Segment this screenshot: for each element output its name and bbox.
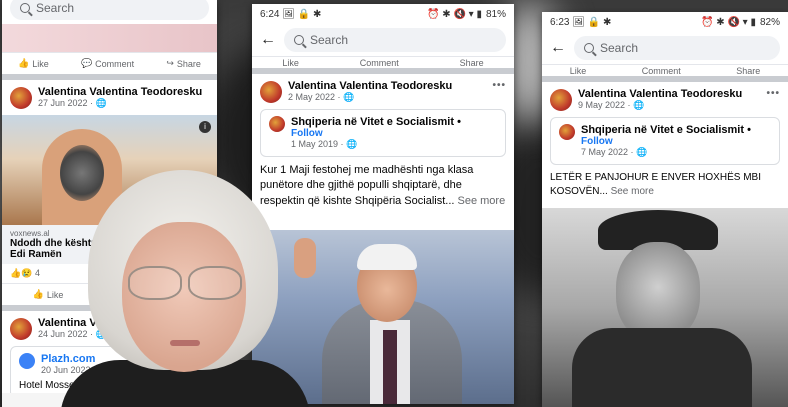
glasses-right-lens <box>188 266 242 300</box>
man-hair <box>357 244 417 270</box>
post-header: Valentina Valentina Teodoresku 2 May 202… <box>252 74 514 109</box>
shared-post[interactable]: Shqiperia në Vitet e Socialismit • Follo… <box>550 117 780 165</box>
shared-post[interactable]: Shqiperia në Vitet e Socialismit • Follo… <box>260 109 506 157</box>
avatar[interactable] <box>10 317 32 340</box>
page-name[interactable]: Shqiperia në Vitet e Socialismit • <box>581 124 751 136</box>
status-bar: 6:23 🖼 🔒 ✱ ⏰ ✱ 🔇 ▾ ▮ 82% <box>542 12 788 32</box>
comment-icon: 💬 <box>80 58 93 68</box>
post-header: Valentina Valentina Teodoresku 27 Jun 20… <box>2 80 217 115</box>
post-header: Valentina Valentina Teodoresku 9 May 202… <box>542 82 788 117</box>
post-actions: 👍 Like 💬 Comment ↪ Share <box>2 52 217 74</box>
speaker-mouth <box>170 340 200 346</box>
officer-face <box>616 242 700 342</box>
search-row: ← Search <box>542 32 788 64</box>
page-avatar <box>559 124 575 140</box>
avatar[interactable] <box>550 88 572 111</box>
thumbs-up-icon: 👍 <box>18 58 30 68</box>
notification-icon: 🖼 🔒 ✱ <box>282 8 322 20</box>
globe-icon: 🌐 <box>95 98 107 108</box>
share-button[interactable]: ↪ Share <box>166 58 201 69</box>
author-name[interactable]: Valentina Valentina Teodoresku <box>288 80 452 92</box>
post-date: 9 May 2022 · 🌐 <box>578 100 645 110</box>
share-icon: ↪ <box>166 58 174 68</box>
page-name[interactable]: Shqiperia në Vitet e Socialismit • <box>291 116 461 128</box>
signal-icons: ⏰ ✱ 🔇 ▾ ▮ <box>427 8 482 20</box>
author-name[interactable]: Valentina Valentina Teodoresku <box>38 86 202 98</box>
speaker-overlay <box>60 170 310 407</box>
search-input[interactable]: Search <box>10 0 209 20</box>
back-arrow-icon[interactable]: ← <box>260 32 276 48</box>
search-icon <box>294 35 304 45</box>
globe-icon: 🌐 <box>633 100 645 110</box>
status-bar: 6:24 🖼 🔒 ✱ ⏰ ✱ 🔇 ▾ ▮ 81% <box>252 4 514 24</box>
officer-uniform <box>572 328 752 407</box>
notification-icon: 🖼 🔒 ✱ <box>572 16 612 28</box>
follow-button[interactable]: Follow <box>581 136 751 147</box>
post-photo[interactable] <box>542 208 788 407</box>
info-icon[interactable]: i <box>199 121 211 133</box>
like-button[interactable]: 👍 Like <box>18 58 49 69</box>
author-name[interactable]: Valentina Valentina Teodoresku <box>578 88 742 100</box>
search-icon <box>584 43 594 53</box>
comment-button[interactable]: 💬 Comment <box>81 58 134 69</box>
globe-icon: 🌐 <box>343 92 355 102</box>
search-row: Search <box>2 0 217 24</box>
post-actions: Like Comment Share <box>542 64 788 76</box>
right-phone-screenshot: 6:23 🖼 🔒 ✱ ⏰ ✱ 🔇 ▾ ▮ 82% ← Search Like C… <box>542 12 788 407</box>
thumbs-up-icon: 👍 <box>32 289 44 299</box>
page-avatar <box>269 116 285 132</box>
post-photo-top <box>2 24 217 52</box>
more-options-icon[interactable]: ••• <box>766 88 780 99</box>
like-button[interactable]: 👍 Like <box>33 289 64 300</box>
man-tie <box>383 330 397 404</box>
see-more-link[interactable]: See more <box>458 195 506 207</box>
glasses-left-lens <box>128 266 182 300</box>
post-date: 27 Jun 2022 · 🌐 <box>38 98 107 108</box>
search-input[interactable]: Search <box>284 28 506 52</box>
post-text: LETËR E PANJOHUR E ENVER HOXHËS MBI KOSO… <box>550 172 761 197</box>
search-input[interactable]: Search <box>574 36 780 60</box>
post-actions: Like Comment Share <box>252 56 514 68</box>
search-row: ← Search <box>252 24 514 56</box>
reaction-icons: 👍😢 <box>10 268 33 278</box>
avatar[interactable] <box>260 80 282 103</box>
search-icon <box>20 3 30 13</box>
back-arrow-icon[interactable]: ← <box>550 40 566 56</box>
follow-button[interactable]: Follow <box>291 128 461 139</box>
post-date: 2 May 2022 · 🌐 <box>288 92 355 102</box>
page-avatar <box>19 353 35 369</box>
avatar[interactable] <box>10 86 32 109</box>
more-options-icon[interactable]: ••• <box>492 80 506 91</box>
signal-icons: ⏰ ✱ 🔇 ▾ ▮ <box>701 16 756 28</box>
see-more-link[interactable]: See more <box>611 186 654 197</box>
